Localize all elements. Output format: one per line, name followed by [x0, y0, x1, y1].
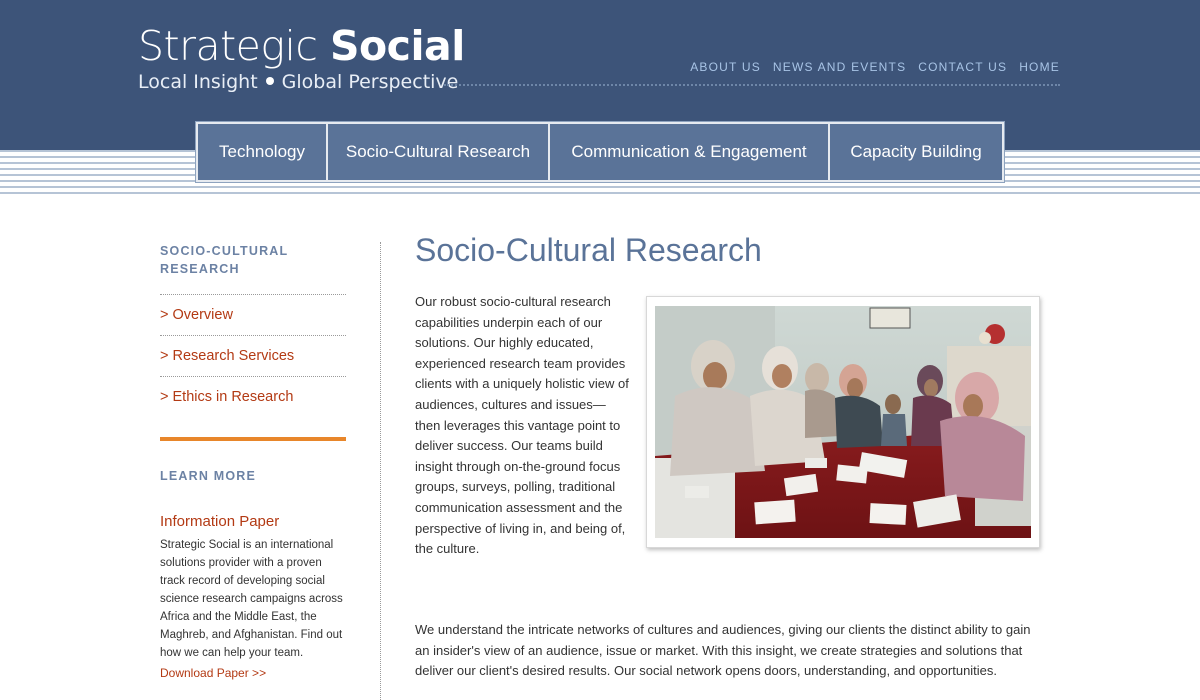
topnav-news-and-events[interactable]: NEWS AND EVENTS: [773, 60, 906, 74]
focus-group-photo-image: [655, 306, 1031, 538]
bullet-dot-icon: [265, 77, 274, 85]
topnav-divider: [444, 84, 1060, 86]
section-divider-orange: [160, 437, 346, 441]
research-photo: [655, 306, 1031, 538]
tagline-right: Global Perspective: [281, 71, 459, 93]
topnav-about-us[interactable]: ABOUT US: [690, 60, 761, 74]
main-navigation: Technology Socio-Cultural Research Commu…: [195, 121, 1005, 183]
information-paper-description: Strategic Social is an international sol…: [160, 539, 343, 659]
body-paragraph: We understand the intricate networks of …: [415, 622, 1031, 679]
logo-name-bold: Social: [329, 22, 465, 70]
information-paper-link[interactable]: Information Paper: [160, 513, 346, 530]
tab-capacity-building[interactable]: Capacity Building: [830, 124, 1002, 180]
tab-technology[interactable]: Technology: [198, 124, 328, 180]
intro-paragraph: Our robust socio-cultural research capab…: [415, 294, 629, 557]
logo-tagline: Local Insight Global Perspective: [138, 70, 465, 94]
research-photo-frame: [646, 296, 1040, 548]
logo-name-light: Strategic: [138, 22, 318, 70]
column-divider: [380, 242, 381, 700]
site-logo[interactable]: Strategic Social Local Insight Global Per…: [138, 22, 465, 94]
tab-socio-cultural-research[interactable]: Socio-Cultural Research: [328, 124, 550, 180]
download-paper-link[interactable]: Download Paper >>: [160, 666, 346, 680]
sidebar-heading-line1: SOCIO-CULTURAL: [160, 244, 289, 258]
sidebar-item-research-services[interactable]: > Research Services: [160, 336, 346, 376]
sidebar-item-ethics-in-research[interactable]: > Ethics in Research: [160, 377, 346, 417]
page-title: Socio-Cultural Research: [415, 232, 762, 268]
tab-communication-engagement[interactable]: Communication & Engagement: [550, 124, 830, 180]
sidebar: SOCIO-CULTURAL RESEARCH > Overview > Res…: [160, 242, 346, 680]
learn-more-heading: LEARN MORE: [160, 469, 257, 483]
logo-wordmark: Strategic Social: [138, 22, 465, 70]
sidebar-item-overview[interactable]: > Overview: [160, 295, 346, 335]
topnav-home[interactable]: HOME: [1019, 60, 1060, 74]
tagline-left: Local Insight: [138, 71, 258, 93]
sidebar-heading: SOCIO-CULTURAL RESEARCH: [160, 242, 346, 278]
top-navigation: ABOUT US NEWS AND EVENTS CONTACT US HOME: [690, 60, 1060, 74]
topnav-contact-us[interactable]: CONTACT US: [918, 60, 1007, 74]
sidebar-heading-line2: RESEARCH: [160, 262, 240, 276]
